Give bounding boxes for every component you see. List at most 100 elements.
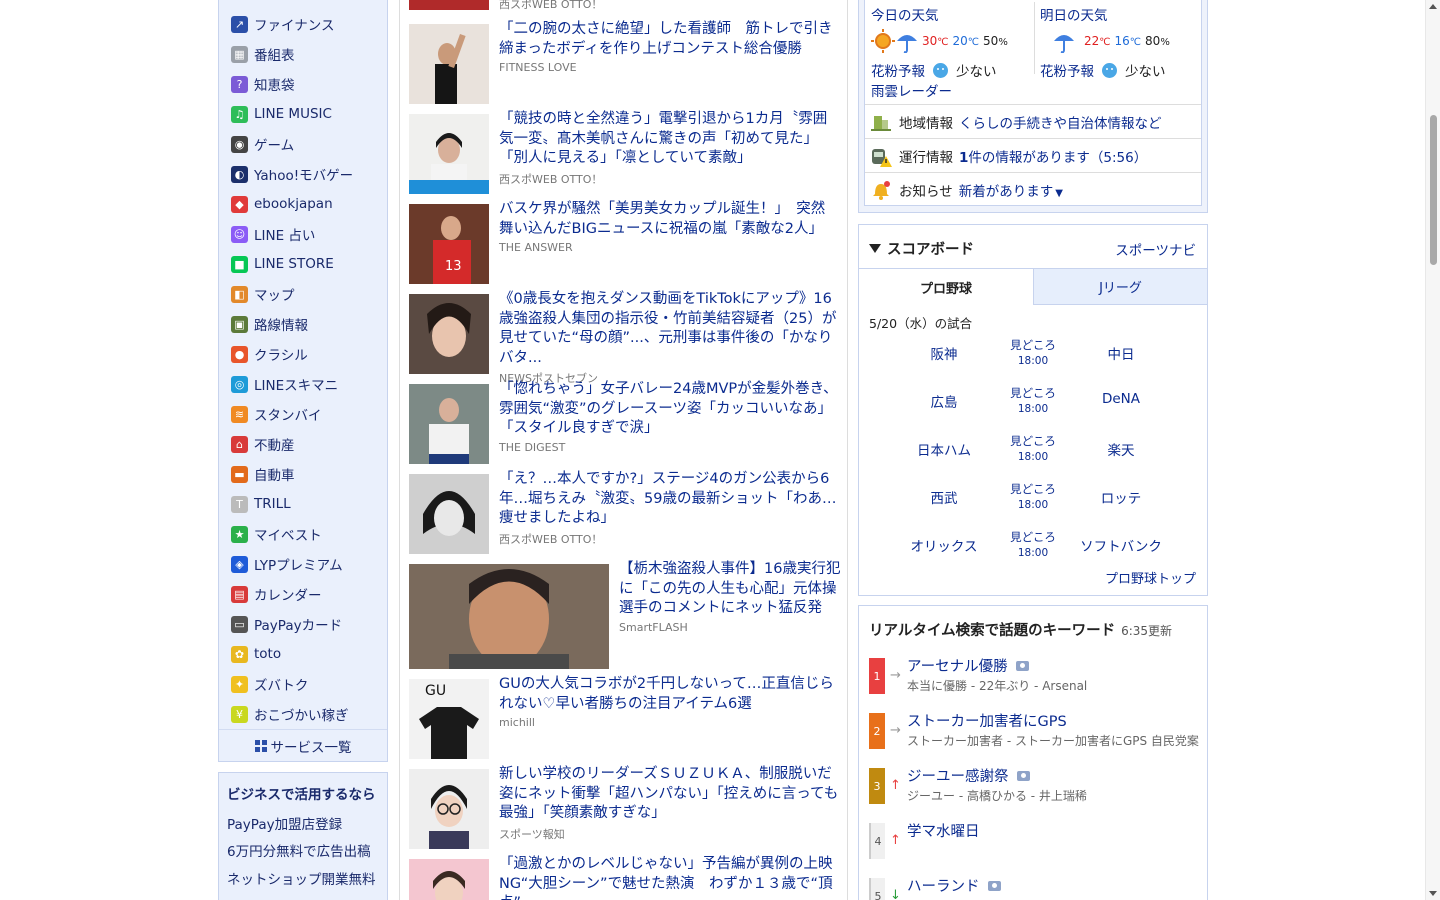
sidebar-item[interactable]: ≋ スタンバイ	[231, 399, 322, 429]
business-link-paypay[interactable]: PayPay加盟店登録	[227, 813, 342, 833]
sidebar-item[interactable]: ? 知恵袋	[231, 69, 295, 99]
news-headline[interactable]: 「競技の時と全然違う」電撃引退から1カ月〝雰囲気一変〟髙木美帆さんに驚きの声「初…	[499, 110, 839, 169]
news-item[interactable]: 「過激とかのレベルじゃない」予告編が異例の上映NG“大胆シーン”で魅せた熱演 わ…	[409, 856, 839, 900]
sidebar-item[interactable]: ▣ 路線情報	[231, 309, 308, 339]
home-team[interactable]: 日本ハム	[884, 439, 1004, 459]
news-item[interactable]: 「惚れちゃう」女子バレー24歳MVPが金髪外巻き、雰囲気“激変”のグレースーツ姿…	[409, 381, 839, 464]
keyword-link[interactable]: ジーユー感謝祭	[907, 765, 1030, 786]
game-row[interactable]: 阪神 見どころ 18:00 中日	[859, 337, 1207, 373]
keyword-item[interactable]: 3 ↑ ジーユー感謝祭 ジーユー - 高橋ひかる - 井上瑞稀	[869, 768, 1199, 804]
transit-info-link[interactable]: 1件の情報があります（5:56）	[959, 146, 1147, 166]
news-item[interactable]: 【栃木強盗殺人事件】16歳実行犯に「この先の人生も心配」元体操選手のコメントにネ…	[409, 561, 840, 669]
news-item[interactable]: 「競技の時と全然違う」電撃引退から1カ月〝雰囲気一変〟髙木美帆さんに驚きの声「初…	[409, 111, 839, 194]
pro-baseball-top-link[interactable]: プロ野球トップ	[1105, 568, 1196, 587]
tab-j-league[interactable]: Jリーグ	[1034, 269, 1207, 305]
scoreboard-toggle[interactable]: スコアボード	[869, 238, 974, 259]
region-info-row[interactable]: 地域情報 くらしの手続きや自治体情報など	[865, 104, 1201, 138]
sidebar-item-label: LINE 占い	[254, 228, 316, 244]
sidebar-item[interactable]: ⌂ 不動産	[231, 429, 295, 459]
keyword-link[interactable]: ストーカー加害者にGPS	[907, 710, 1067, 731]
away-team[interactable]: ソフトバンク	[1061, 535, 1181, 555]
trend-up-icon: ↑	[890, 833, 901, 848]
tab-pro-baseball[interactable]: プロ野球	[859, 269, 1034, 305]
home-team[interactable]: 西武	[884, 487, 1004, 507]
sidebar-item[interactable]: ✦ ズバトク	[231, 669, 308, 699]
sidebar-item[interactable]: ◎ LINEスキマニ	[231, 369, 338, 399]
news-headline[interactable]: 【栃木強盗殺人事件】16歳実行犯に「この先の人生も心配」元体操選手のコメントにネ…	[619, 560, 841, 619]
sidebar-item[interactable]: ◐ Yahoo!モバゲー	[231, 159, 353, 189]
sidebar-item[interactable]: T TRILL	[231, 489, 291, 519]
sidebar-item[interactable]: ● クラシル	[231, 339, 308, 369]
sidebar-item[interactable]: ◉ ゲーム	[231, 129, 294, 159]
sidebar-item[interactable]: ▤ カレンダー	[231, 579, 322, 609]
sidebar-item[interactable]: ✿ toto	[231, 639, 281, 669]
weather-today[interactable]: 今日の天気 30℃ 20℃ 50% 花粉予報 少ない	[871, 4, 1036, 80]
sidebar-item[interactable]: ▭ PayPayカード	[231, 609, 342, 639]
news-source: 西スポWEB OTTO！	[499, 172, 603, 186]
news-item[interactable]: 「え？…本人ですか?」ステージ4のガン公表から6年…堀ちえみ〝激変〟59歳の最新…	[409, 471, 839, 554]
sidebar-item[interactable]: ↗ ファイナンス	[231, 9, 334, 39]
sidebar-item[interactable]: ☺ LINE 占い	[231, 219, 315, 249]
game-row[interactable]: 西武 見どころ 18:00 ロッテ	[859, 481, 1207, 517]
game-row[interactable]: オリックス 見どころ 18:00 ソフトバンク	[859, 529, 1207, 565]
trend-up-icon: ↑	[890, 778, 901, 793]
sidebar-item[interactable]: ¥ おこづかい稼ぎ	[231, 699, 349, 729]
weather-today-title[interactable]: 今日の天気	[871, 4, 1036, 24]
news-item[interactable]: 新しい学校のリーダーズＳＵＺＵＫＡ、制服脱いだ姿にネット衝撃「超ハンパない」「控…	[409, 766, 839, 849]
news-item[interactable]: 西スポWEB OTTO！	[409, 0, 839, 11]
rain-radar-link[interactable]: 雨雲レーダー	[871, 80, 952, 100]
scrollbar-thumb[interactable]	[1430, 115, 1437, 265]
sidebar-item[interactable]: ◧ マップ	[231, 279, 295, 309]
pollen-label[interactable]: 花粉予報	[871, 60, 925, 80]
home-team[interactable]: 広島	[884, 391, 1004, 411]
region-info-link[interactable]: くらしの手続きや自治体情報など	[959, 112, 1162, 132]
away-team[interactable]: DeNA	[1061, 391, 1181, 407]
sidebar-item[interactable]: ♫ LINE MUSIC	[231, 99, 332, 129]
scroll-down-arrow-icon[interactable]	[1429, 891, 1437, 896]
news-headline[interactable]: 《0歳長女を抱えダンス動画をTikTokにアップ》16歳強盗殺人集団の指示役・竹…	[499, 290, 839, 368]
keyword-link[interactable]: アーセナル優勝	[907, 655, 1029, 676]
sidebar-item[interactable]: ★ マイベスト	[231, 519, 322, 549]
news-headline[interactable]: 「二の腕の太さに絶望」した看護師 筋トレで引き締まったボディを作り上げコンテスト…	[499, 20, 839, 59]
news-item[interactable]: 《0歳長女を抱えダンス動画をTikTokにアップ》16歳強盗殺人集団の指示役・竹…	[409, 291, 839, 385]
service-list-all-button[interactable]: サービス一覧	[219, 729, 387, 761]
news-headline[interactable]: 新しい学校のリーダーズＳＵＺＵＫＡ、制服脱いだ姿にネット衝撃「超ハンパない」「控…	[499, 765, 839, 824]
sidebar-item[interactable]: ▦ 番組表	[231, 39, 295, 69]
news-item[interactable]: GU GUの大人気コラボが2千円しないって…正直信じられない♡早い者勝ちの注目ア…	[409, 676, 839, 759]
business-link-shop[interactable]: ネットショップ開業無料	[227, 868, 376, 888]
keyword-item[interactable]: 2 → ストーカー加害者にGPS ストーカー加害者 - ストーカー加害者にGPS 自民…	[869, 713, 1199, 749]
page-scrollbar[interactable]	[1425, 0, 1440, 900]
keyword-item[interactable]: 5 ↓ ハーランド	[869, 878, 1199, 900]
keyword-link[interactable]: ハーランド	[907, 875, 1001, 896]
sidebar-item[interactable]: ▬ 自動車	[231, 459, 295, 489]
news-headline[interactable]: GUの大人気コラボが2千円しないって…正直信じられない♡早い者勝ちの注目アイテム…	[499, 675, 839, 714]
news-headline[interactable]: 「え？…本人ですか?」ステージ4のガン公表から6年…堀ちえみ〝激変〟59歳の最新…	[499, 470, 839, 529]
home-team[interactable]: 阪神	[884, 343, 1004, 363]
transit-info-row[interactable]: 運行情報 1件の情報があります（5:56）	[865, 138, 1201, 172]
scroll-up-arrow-icon[interactable]	[1429, 4, 1437, 9]
game-row[interactable]: 広島 見どころ 18:00 DeNA	[859, 385, 1207, 421]
keyword-item[interactable]: 1 → アーセナル優勝 本当に優勝 - 22年ぶり - Arsenal	[869, 658, 1199, 694]
sidebar-item[interactable]: ■ LINE STORE	[231, 249, 334, 279]
away-team[interactable]: ロッテ	[1061, 487, 1181, 507]
home-team[interactable]: オリックス	[884, 535, 1004, 555]
weather-tomorrow-title[interactable]: 明日の天気	[1040, 4, 1205, 24]
weather-tomorrow[interactable]: 明日の天気 22℃ 16℃ 80% 花粉予報 少ない	[1040, 4, 1205, 80]
pollen-label[interactable]: 花粉予報	[1040, 60, 1094, 80]
keyword-link[interactable]: 学マ水曜日	[907, 820, 980, 841]
news-item[interactable]: 13 バスケ界が騒然「美男美女カップル誕生！」 突然舞い込んだBIGニュースに祝…	[409, 201, 839, 284]
notice-link[interactable]: 新着があります ▼	[959, 180, 1063, 200]
news-headline[interactable]: バスケ界が騒然「美男美女カップル誕生！」 突然舞い込んだBIGニュースに祝福の嵐…	[499, 200, 839, 239]
keyword-item[interactable]: 4 ↑ 学マ水曜日	[869, 823, 1199, 859]
away-team[interactable]: 楽天	[1061, 439, 1181, 459]
away-team[interactable]: 中日	[1061, 343, 1181, 363]
news-item[interactable]: 「二の腕の太さに絶望」した看護師 筋トレで引き締まったボディを作り上げコンテスト…	[409, 21, 839, 104]
sports-navi-link[interactable]: スポーツナビ	[1115, 239, 1196, 259]
game-row[interactable]: 日本ハム 見どころ 18:00 楽天	[859, 433, 1207, 469]
notice-row[interactable]: お知らせ 新着があります ▼	[865, 172, 1201, 206]
news-headline[interactable]: 「過激とかのレベルじゃない」予告編が異例の上映NG“大胆シーン”で魅せた熱演 わ…	[499, 855, 839, 900]
sidebar-item[interactable]: ◈ LYPプレミアム	[231, 549, 343, 579]
business-link-ads[interactable]: 6万円分無料で広告出稿	[227, 840, 371, 860]
sidebar-item[interactable]: ◆ ebookjapan	[231, 189, 333, 219]
news-headline[interactable]: 「惚れちゃう」女子バレー24歳MVPが金髪外巻き、雰囲気“激変”のグレースーツ姿…	[499, 380, 839, 439]
